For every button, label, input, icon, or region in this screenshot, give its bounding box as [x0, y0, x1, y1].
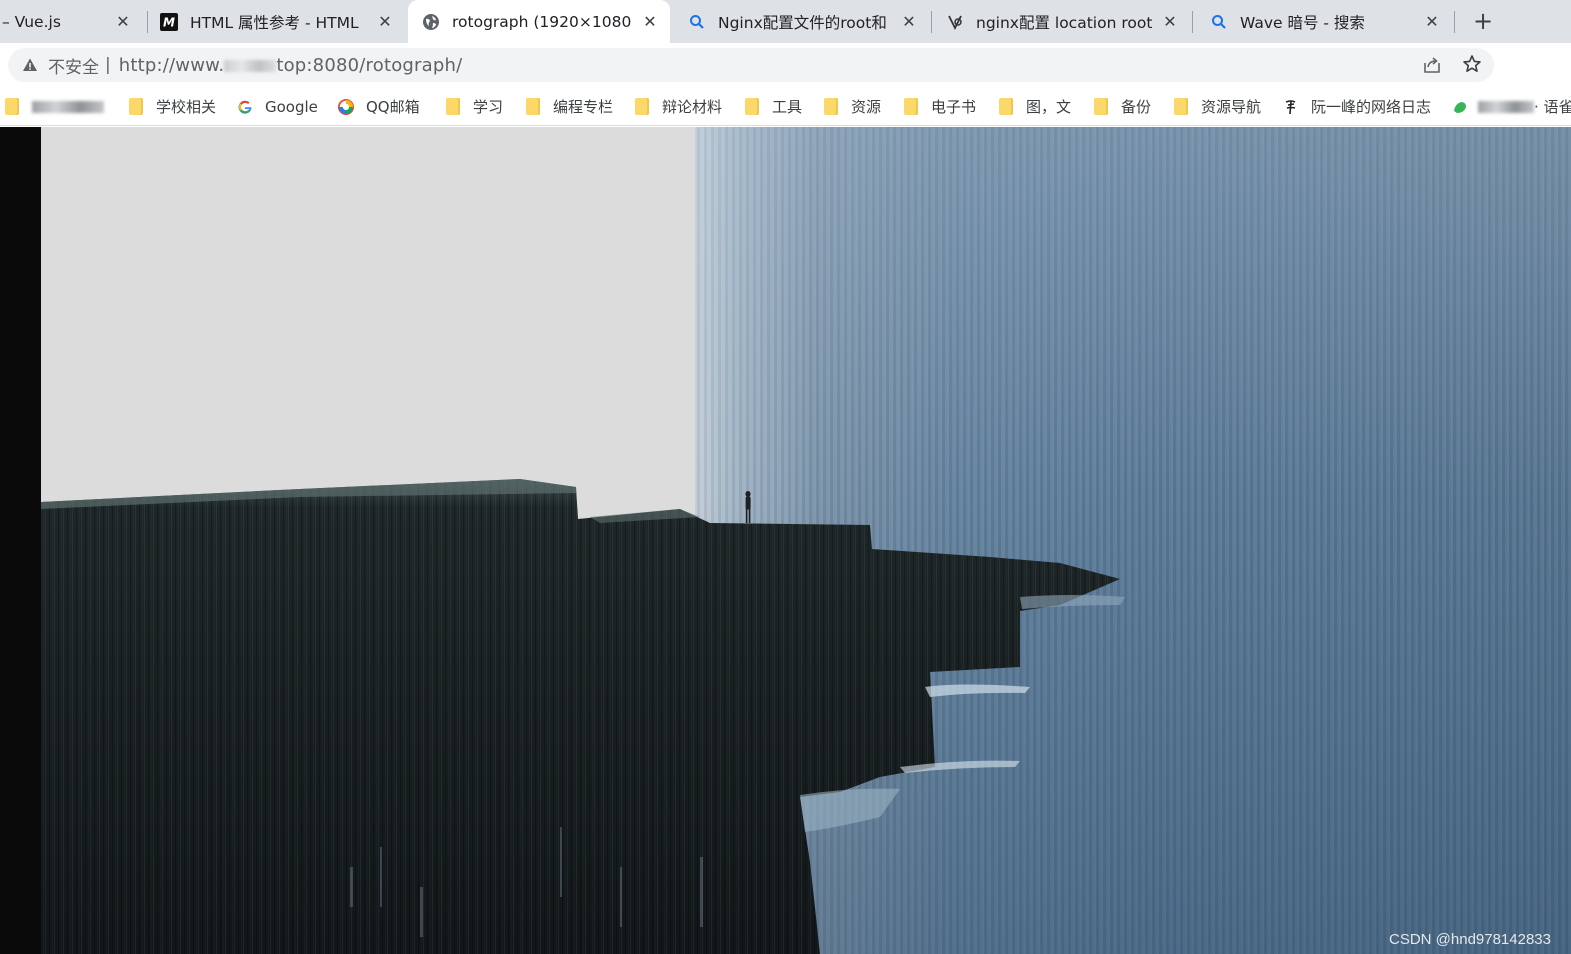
address-bar[interactable]: 不安全 | http://www. top:8080/rotograph/	[8, 48, 1494, 82]
bookmark-label: 学习	[473, 98, 504, 116]
bookmark-school[interactable]: 学校相关	[128, 88, 216, 125]
tab-title: nginx配置 location root -	[976, 13, 1152, 32]
folder-icon	[903, 98, 919, 115]
share-icon[interactable]	[1422, 55, 1442, 79]
folder-icon	[4, 98, 20, 115]
bookmark-label: 电子书	[931, 98, 977, 116]
close-icon[interactable]: ✕	[1422, 12, 1442, 32]
bookmark-resources[interactable]: 资源	[823, 88, 881, 125]
folder-icon	[744, 98, 760, 115]
close-icon[interactable]: ✕	[640, 12, 660, 32]
tab-vue[interactable]: – Vue.js ✕	[0, 0, 143, 43]
bookmark-google[interactable]: Google	[237, 88, 318, 125]
url-text[interactable]: http://www. top:8080/rotograph/	[119, 55, 463, 76]
bookmark-label: 资源	[851, 98, 882, 116]
close-icon[interactable]: ✕	[1160, 12, 1180, 32]
close-icon[interactable]: ✕	[375, 12, 395, 32]
search-icon	[688, 13, 706, 31]
folder-icon	[525, 98, 541, 115]
bookmarks-bar: 学校相关 Google QQ邮箱 学习 编程专栏 辩论材料 工具 资源 电子书 …	[0, 88, 1571, 126]
bookmark-label: 辩论材料	[662, 98, 723, 116]
folder-icon	[998, 98, 1014, 115]
toolbar: 不安全 | http://www. top:8080/rotograph/	[0, 43, 1571, 117]
tab-separator	[1192, 11, 1193, 33]
folder-icon	[823, 98, 839, 115]
folder-icon	[1093, 98, 1109, 115]
tab-separator	[931, 11, 932, 33]
redacted-label	[32, 100, 104, 113]
tab-separator	[1454, 11, 1455, 33]
ruanyf-icon	[1283, 99, 1299, 115]
tab-wave-search[interactable]: Wave 暗号 - 搜索 ✕	[1196, 0, 1452, 43]
tab-html-attributes[interactable]: M HTML 属性参考 - HTML（ ✕	[150, 0, 405, 43]
bookmark-label: 备份	[1121, 98, 1152, 116]
globe-icon	[422, 13, 440, 31]
tab-title: Wave 暗号 - 搜索	[1240, 13, 1365, 32]
warning-icon[interactable]	[22, 57, 38, 73]
bookmark-tools[interactable]: 工具	[744, 88, 802, 125]
redacted-domain	[224, 59, 277, 72]
tab-title: Nginx配置文件的root和 -	[718, 13, 891, 32]
bookmark-label: 阮一峰的网络日志	[1311, 98, 1432, 116]
bookmark-debate[interactable]: 辩论材料	[634, 88, 722, 125]
url-suffix: top:8080/rotograph/	[276, 54, 463, 76]
mdn-icon: M	[160, 12, 178, 31]
bookmark-yuque[interactable]: · 语雀	[1452, 88, 1571, 125]
tab-nginx-root[interactable]: Nginx配置文件的root和 - ✕	[674, 0, 929, 43]
bookmark-label: · 语雀	[1534, 98, 1571, 116]
person-silhouette	[745, 491, 751, 523]
divider: |	[105, 55, 111, 75]
bookmark-ruanyf[interactable]: 阮一峰的网络日志	[1283, 88, 1431, 125]
search-icon	[1210, 13, 1228, 31]
site-icon	[946, 13, 964, 31]
tab-nginx-location[interactable]: nginx配置 location root - ✕	[934, 0, 1190, 43]
new-tab-button[interactable]: +	[1470, 7, 1496, 35]
folder-icon	[1173, 98, 1189, 115]
bookmark-programming[interactable]: 编程专栏	[525, 88, 613, 125]
watermark: CSDN @hnd978142833	[1388, 931, 1551, 948]
yuque-icon	[1452, 99, 1468, 115]
qqmail-icon	[338, 98, 354, 115]
bookmark-backup[interactable]: 备份	[1093, 88, 1151, 125]
folder-icon	[128, 98, 144, 115]
svg-text:M: M	[163, 15, 175, 29]
tab-separator	[147, 11, 148, 33]
bookmark-label: 图，文	[1026, 98, 1072, 116]
bookmark-resource-nav[interactable]: 资源导航	[1173, 88, 1261, 125]
tab-title: rotograph (1920×1080)	[452, 12, 632, 31]
folder-icon	[634, 98, 650, 115]
tab-strip: – Vue.js ✕ M HTML 属性参考 - HTML（ ✕ rotogra…	[0, 0, 1571, 43]
bookmark-star-icon[interactable]	[1462, 54, 1482, 78]
bookmark-ebooks[interactable]: 电子书	[903, 88, 976, 125]
google-icon	[237, 99, 253, 115]
bookmark-study[interactable]: 学习	[445, 88, 503, 125]
bookmark-qqmail[interactable]: QQ邮箱	[338, 88, 420, 125]
bookmark-label: QQ邮箱	[366, 98, 420, 116]
bookmark-redacted[interactable]	[4, 88, 104, 125]
tab-title: HTML 属性参考 - HTML（	[190, 13, 367, 32]
bookmark-label: 学校相关	[156, 98, 217, 116]
bookmark-label: 工具	[772, 98, 803, 116]
bookmark-label: Google	[265, 97, 318, 116]
page-content: CSDN @hnd978142833	[0, 127, 1571, 954]
bookmark-label: 编程专栏	[553, 98, 614, 116]
tab-title: – Vue.js	[2, 12, 61, 31]
cliff-image	[41, 479, 1125, 954]
redacted-label	[1478, 100, 1534, 113]
security-label[interactable]: 不安全	[48, 53, 99, 78]
folder-icon	[445, 98, 461, 115]
tab-rotograph[interactable]: rotograph (1920×1080) ✕	[408, 0, 670, 43]
close-icon[interactable]: ✕	[899, 12, 919, 32]
bookmark-images-text[interactable]: 图，文	[998, 88, 1071, 125]
url-prefix: http://www.	[118, 54, 225, 76]
bookmark-label: 资源导航	[1201, 98, 1262, 116]
close-icon[interactable]: ✕	[113, 12, 133, 32]
